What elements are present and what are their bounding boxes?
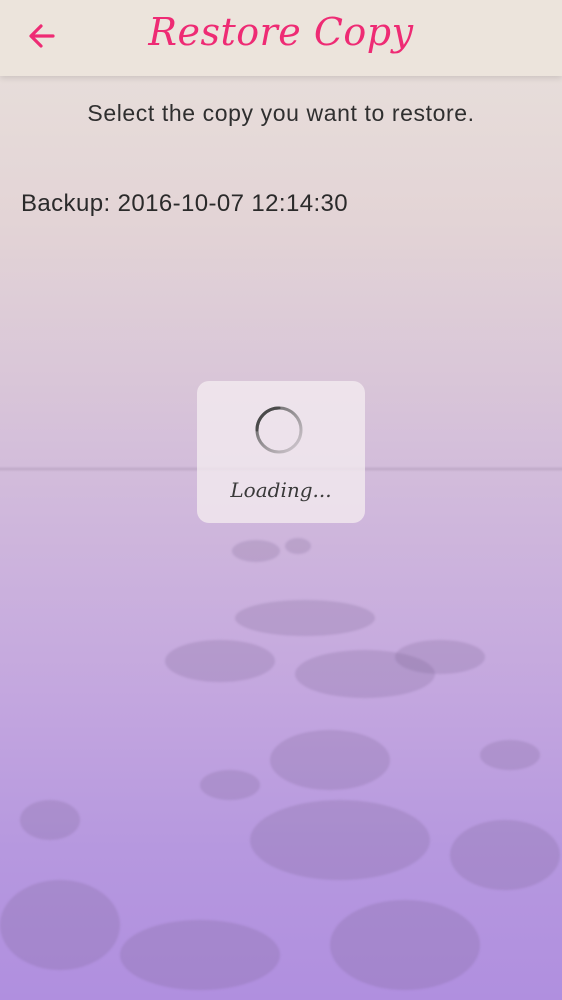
- background-rock: [20, 800, 80, 840]
- spinner-icon: [254, 405, 304, 455]
- background-rock: [330, 900, 480, 990]
- instruction-text: Select the copy you want to restore.: [87, 100, 475, 126]
- background-rock: [0, 880, 120, 970]
- background-rock: [270, 730, 390, 790]
- background-rock: [235, 600, 375, 636]
- background-rock: [285, 538, 311, 554]
- backup-list-item[interactable]: Backup: 2016-10-07 12:14:30: [21, 190, 348, 218]
- background-rock: [480, 740, 540, 770]
- background-rock: [200, 770, 260, 800]
- background-rock: [232, 540, 280, 562]
- loading-dialog: Loading...: [197, 381, 365, 523]
- background-rock: [395, 640, 485, 674]
- background-rock: [165, 640, 275, 682]
- top-bar: Restore Copy: [0, 0, 562, 76]
- background-rock: [120, 920, 280, 990]
- loading-label: Loading...: [230, 478, 332, 502]
- background-rock: [450, 820, 560, 890]
- page-title: Restore Copy: [148, 10, 414, 54]
- background-rock: [250, 800, 430, 880]
